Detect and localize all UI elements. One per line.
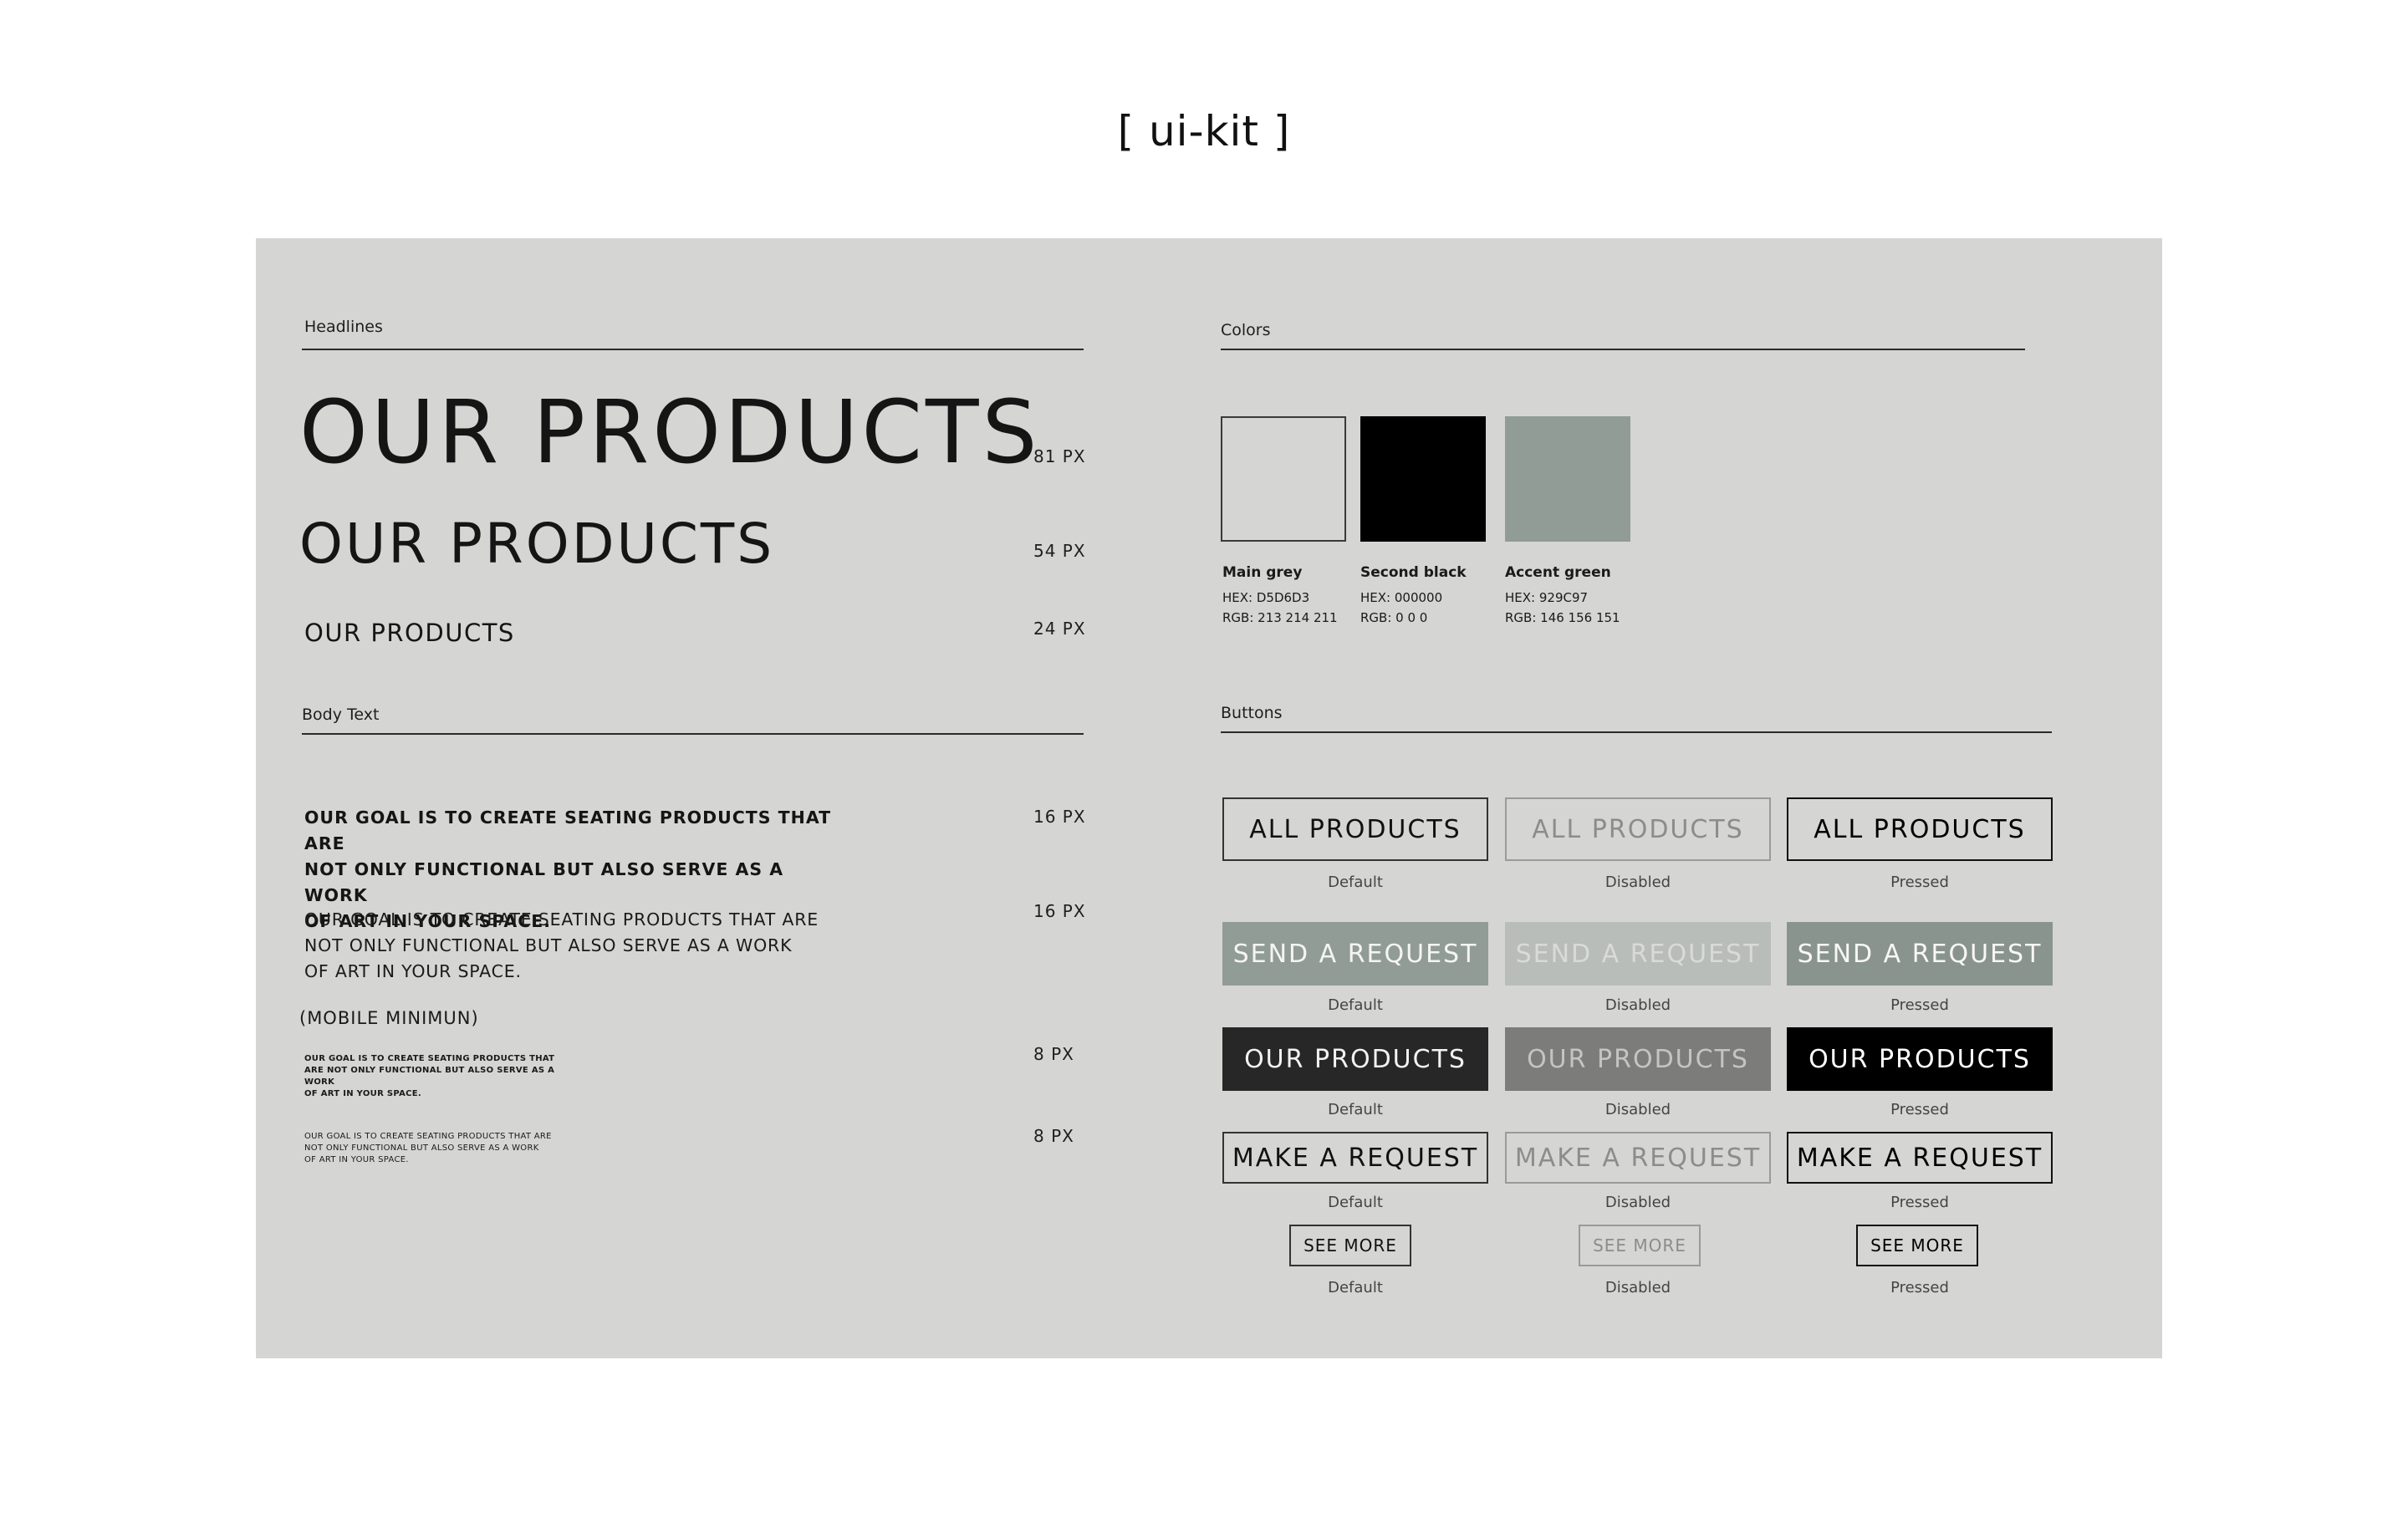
- make-request-button-default[interactable]: MAKE A REQUEST: [1222, 1132, 1488, 1184]
- buttons-divider: [1221, 731, 2052, 733]
- colors-divider: [1221, 349, 2025, 350]
- our-products-button-disabled[interactable]: OUR PRODUCTS: [1505, 1027, 1771, 1091]
- page-title: [ ui-kit ]: [1117, 107, 1291, 155]
- body-text-divider: [302, 733, 1084, 735]
- mobile-bold-size: 8 PX: [1033, 1044, 1074, 1064]
- state-label-default: Default: [1328, 996, 1383, 1014]
- send-request-button-default[interactable]: SEND A REQUEST: [1222, 922, 1488, 986]
- headline-24-sample: OUR PRODUCTS: [304, 619, 515, 647]
- state-label-disabled: Disabled: [1604, 1194, 1671, 1211]
- state-label-default: Default: [1328, 1101, 1383, 1118]
- state-label-pressed: Pressed: [1890, 874, 1949, 891]
- make-request-button-disabled[interactable]: MAKE A REQUEST: [1505, 1132, 1771, 1184]
- headline-54-size: 54 PX: [1033, 541, 1086, 561]
- main-grey-info: Main grey HEX: D5D6D3 RGB: 213 214 211: [1222, 564, 1338, 625]
- see-more-button-default[interactable]: SEE MORE: [1289, 1225, 1411, 1266]
- headline-81-size: 81 PX: [1033, 446, 1086, 466]
- state-label-default: Default: [1328, 874, 1383, 891]
- send-request-button-disabled[interactable]: SEND A REQUEST: [1505, 922, 1771, 986]
- state-label-default: Default: [1328, 1194, 1383, 1211]
- all-products-button-pressed[interactable]: ALL PRODUCTS: [1787, 797, 2053, 861]
- headline-54-sample: OUR PRODUCTS: [299, 512, 775, 576]
- mobile-minimum-label: (MOBILE MINIMUN): [299, 1008, 479, 1028]
- state-label-pressed: Pressed: [1890, 1101, 1949, 1118]
- headlines-section-label: Headlines: [304, 318, 383, 336]
- buttons-section-label: Buttons: [1221, 704, 1283, 722]
- state-label-disabled: Disabled: [1604, 1101, 1671, 1118]
- our-products-button-pressed[interactable]: OUR PRODUCTS: [1787, 1027, 2053, 1091]
- main-grey-swatch: [1221, 416, 1346, 542]
- accent-green-info: Accent green HEX: 929C97 RGB: 146 156 15…: [1505, 564, 1620, 625]
- body-text-section-label: Body Text: [302, 705, 380, 724]
- state-label-pressed: Pressed: [1890, 1194, 1949, 1211]
- body-regular-size: 16 PX: [1033, 901, 1086, 921]
- send-request-button-pressed[interactable]: SEND A REQUEST: [1787, 922, 2053, 986]
- see-more-button-disabled[interactable]: SEE MORE: [1579, 1225, 1701, 1266]
- body-regular-paragraph: OUR GOAL IS TO CREATE SEATING PRODUCTS T…: [304, 909, 819, 981]
- headlines-divider: [302, 349, 1084, 350]
- state-label-disabled: Disabled: [1604, 996, 1671, 1014]
- mobile-regular-size: 8 PX: [1033, 1126, 1074, 1146]
- mobile-bold-paragraph: OUR GOAL IS TO CREATE SEATING PRODUCTS T…: [304, 1054, 555, 1098]
- state-label-pressed: Pressed: [1890, 1279, 1949, 1296]
- state-label-disabled: Disabled: [1604, 1279, 1671, 1296]
- make-request-button-pressed[interactable]: MAKE A REQUEST: [1787, 1132, 2053, 1184]
- state-label-disabled: Disabled: [1604, 874, 1671, 891]
- accent-green-swatch: [1505, 416, 1630, 542]
- state-label-pressed: Pressed: [1890, 996, 1949, 1014]
- body-bold-size: 16 PX: [1033, 807, 1086, 827]
- see-more-button-pressed[interactable]: SEE MORE: [1856, 1225, 1978, 1266]
- ui-kit-board: Headlines OUR PRODUCTS 81 PX OUR PRODUCT…: [256, 238, 2162, 1358]
- our-products-button-default[interactable]: OUR PRODUCTS: [1222, 1027, 1488, 1091]
- headline-81-sample: OUR PRODUCTS: [299, 381, 1041, 483]
- colors-section-label: Colors: [1221, 321, 1271, 339]
- state-label-default: Default: [1328, 1279, 1383, 1296]
- all-products-button-disabled[interactable]: ALL PRODUCTS: [1505, 797, 1771, 861]
- second-black-swatch: [1360, 416, 1486, 542]
- second-black-info: Second black HEX: 000000 RGB: 0 0 0: [1360, 564, 1467, 625]
- headline-24-size: 24 PX: [1033, 619, 1086, 639]
- mobile-regular-paragraph: OUR GOAL IS TO CREATE SEATING PRODUCTS T…: [304, 1132, 552, 1164]
- all-products-button-default[interactable]: ALL PRODUCTS: [1222, 797, 1488, 861]
